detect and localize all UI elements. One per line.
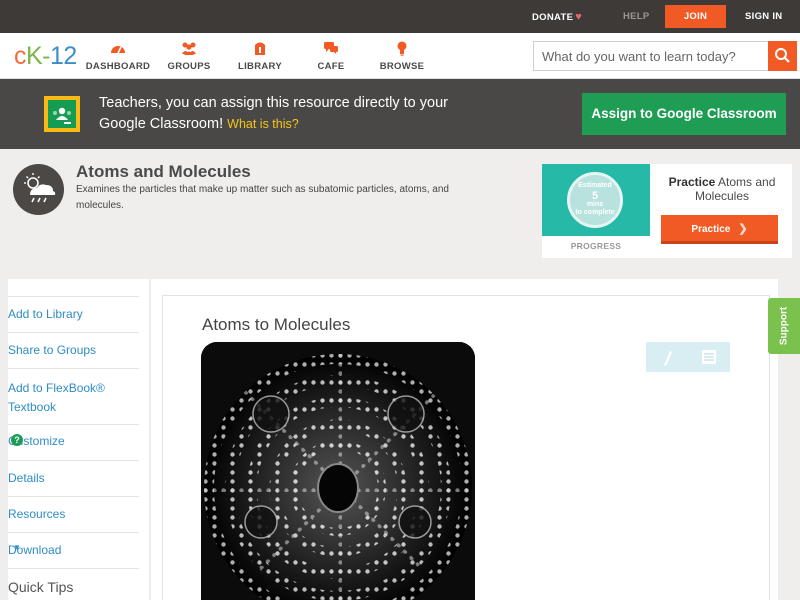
banner-text: Teachers, you can assign this resource d… — [99, 95, 448, 132]
caret-down-icon: ▼ — [13, 543, 21, 552]
sidebar-item-add-to-flexbook[interactable]: Add to FlexBook® Textbook — [8, 368, 139, 424]
nav-cafe[interactable]: CAFE — [291, 41, 371, 72]
help-icon[interactable]: ? — [11, 434, 23, 446]
cafe-icon — [291, 41, 371, 57]
nav-groups[interactable]: GROUPS — [149, 41, 229, 72]
library-icon — [220, 41, 300, 57]
concept-description: Examines the particles that make up matt… — [76, 184, 449, 211]
help-link[interactable]: HELP — [623, 11, 650, 22]
chevron-right-icon: ❯ — [738, 223, 748, 235]
browse-icon — [362, 41, 442, 57]
practice-title: Practice Atoms and Molecules — [668, 175, 776, 203]
heart-icon: ♥ — [575, 11, 583, 23]
sidebar-item-details[interactable]: Details — [8, 460, 139, 496]
practice-button[interactable]: Practice ❯ — [661, 215, 778, 244]
concept-title: Atoms and Molecules — [76, 162, 251, 181]
sidebar-item-resources[interactable]: Resources — [8, 496, 139, 532]
quick-tips-heading: Quick Tips — [8, 568, 139, 600]
groups-icon — [149, 41, 229, 57]
nav-dashboard[interactable]: DASHBOARD — [78, 41, 158, 72]
progress-label: PROGRESS — [570, 241, 622, 251]
annotation-toolbar — [646, 342, 730, 372]
nav-label: BROWSE — [379, 61, 425, 72]
sidebar-item-add-to-library[interactable]: Add to Library — [8, 296, 139, 332]
notes-icon — [702, 350, 716, 364]
what-is-this-link[interactable]: What is this? — [227, 117, 299, 131]
top-bar: DONATE ♥ HELP JOIN SIGN IN — [0, 0, 800, 33]
weather-icon — [13, 164, 64, 215]
search-bar — [533, 41, 797, 71]
google-classroom-icon — [44, 96, 80, 132]
nav-label: LIBRARY — [238, 61, 282, 72]
sign-in-link[interactable]: SIGN IN — [745, 11, 782, 22]
google-classroom-banner: Teachers, you can assign this resource d… — [0, 79, 800, 149]
nav-label: DASHBOARD — [85, 61, 151, 72]
estimated-time-badge: Estimated 5 mins to complete — [567, 172, 623, 228]
nav-browse[interactable]: BROWSE — [362, 41, 442, 72]
sidebar-item-share-to-groups[interactable]: Share to Groups — [8, 332, 139, 368]
nav-library[interactable]: LIBRARY — [220, 41, 300, 72]
search-button[interactable] — [768, 41, 797, 71]
nav-label: GROUPS — [167, 61, 211, 72]
search-icon — [775, 48, 790, 63]
notes-button[interactable] — [688, 342, 730, 372]
ck12-logo[interactable]: cK-12 — [14, 42, 77, 71]
join-button[interactable]: JOIN — [665, 5, 726, 28]
article-title: Atoms to Molecules — [202, 315, 351, 334]
sidebar-item-customize[interactable]: Customize? — [8, 424, 139, 460]
assign-google-classroom-button[interactable]: Assign to Google Classroom — [582, 93, 786, 135]
pencil-icon — [664, 351, 672, 366]
main-nav: cK-12 DASHBOARD GROUPS LIBRARY CAFE BROW… — [0, 33, 800, 79]
field-ion-microscope-image — [201, 342, 475, 600]
dashboard-icon — [78, 41, 158, 57]
practice-card: Estimated 5 mins to complete PROGRESS Pr… — [542, 164, 792, 258]
donate-link[interactable]: DONATE ♥ — [532, 11, 582, 23]
support-tab[interactable]: Support — [768, 298, 800, 354]
practice-progress-image: Estimated 5 mins to complete — [542, 164, 650, 236]
search-input[interactable] — [534, 42, 769, 70]
sidebar-item-download[interactable]: Download ▼ — [8, 532, 139, 568]
highlight-button[interactable] — [646, 342, 688, 372]
nav-label: CAFE — [317, 61, 345, 72]
